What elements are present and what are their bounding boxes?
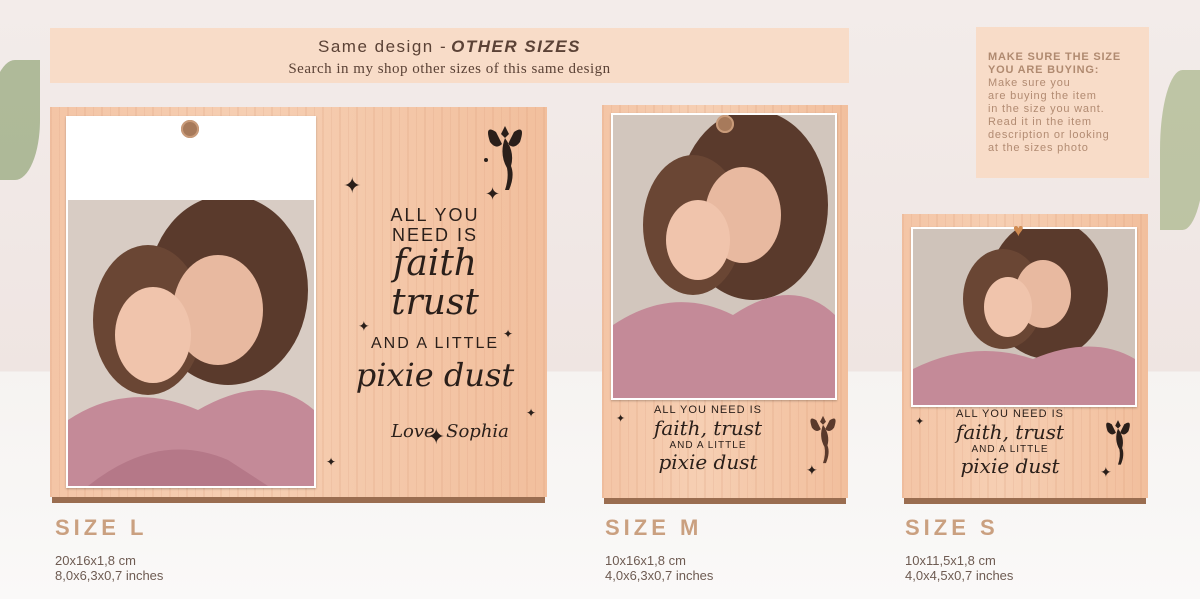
quote-medium-line-1: ALL YOU NEED IS — [654, 404, 762, 416]
note-body-2: are buying the item — [988, 90, 1097, 102]
banner-title-emphasis: OTHER SIZES — [451, 37, 581, 56]
photo-image-medium — [613, 115, 835, 398]
hugging-friends-illustration — [68, 200, 314, 486]
quote-line-2: NEED IS — [391, 225, 479, 245]
note-heading-1: MAKE SURE THE SIZE — [988, 51, 1121, 63]
quote-medium-pixie-dust: pixie dust — [658, 450, 758, 474]
size-cm-medium: 10x16x1,8 cm — [605, 553, 686, 568]
header-banner: Same design - OTHER SIZES Search in my sh… — [50, 28, 849, 83]
sparkle-star-icon: ✦ — [326, 455, 337, 469]
wood-pin-icon — [716, 115, 734, 133]
size-label-small: SIZE S — [905, 515, 999, 540]
size-label-large: SIZE L — [55, 515, 148, 540]
quote-small: ALL YOU NEED IS faith, trust AND A LITTL… — [920, 408, 1100, 477]
quote-trust: trust — [391, 282, 479, 323]
quote-faith: faith — [393, 243, 477, 284]
size-inches-small: 4,0x4,5x0,7 inches — [905, 568, 1014, 583]
wood-pin-icon — [181, 120, 199, 138]
photo-frame-medium — [611, 113, 837, 400]
sparkle-star-icon: ✦ — [915, 416, 925, 428]
banner-title: Same design - OTHER SIZES — [50, 37, 849, 57]
quote-small-faith-trust: faith, trust — [955, 420, 1065, 444]
quote-pixie-dust: pixie dust — [355, 356, 515, 394]
sparkle-star-icon: ✦ — [343, 173, 362, 198]
size-inches-medium: 4,0x6,3x0,7 inches — [605, 568, 714, 583]
banner-subtitle: Search in my shop other sizes of this sa… — [288, 61, 611, 77]
quote-signature: Love, Sophia — [391, 421, 509, 442]
size-dimensions-small: 10x11,5x1,8 cm 4,0x4,5x0,7 inches — [905, 553, 1013, 583]
size-cm-small: 10x11,5x1,8 cm — [905, 553, 996, 568]
size-warning-note: MAKE SURE THE SIZE YOU ARE BUYING: Make … — [976, 27, 1149, 178]
plant-leaf-right — [1160, 70, 1200, 230]
wood-base-small — [904, 498, 1146, 504]
note-body-6: at the sizes photo — [988, 142, 1089, 154]
note-body-5: description or looking — [988, 129, 1110, 141]
photo-image-large — [68, 200, 314, 486]
heart-pin-icon: ♥ — [1013, 220, 1024, 240]
note-body-1: Make sure you — [988, 77, 1071, 89]
note-heading-2: YOU ARE BUYING: — [988, 64, 1100, 76]
size-label-medium: SIZE M — [605, 515, 703, 540]
hugging-friends-illustration — [913, 229, 1135, 405]
quote-medium-faith-trust: faith, trust — [653, 416, 763, 440]
wood-base-large — [52, 497, 545, 503]
note-body-3: in the size you want. — [988, 103, 1105, 115]
size-dimensions-medium: 10x16x1,8 cm 4,0x6,3x0,7 inches — [605, 553, 713, 583]
quote-line-1: ALL YOU — [390, 205, 480, 225]
size-dimensions-large: 20x16x1,8 cm 8,0x6,3x0,7 inches — [55, 553, 163, 583]
size-inches-large: 8,0x6,3x0,7 inches — [55, 568, 164, 583]
quote-medium: ALL YOU NEED IS faith, trust AND A LITTL… — [618, 404, 798, 473]
photo-frame-large — [66, 116, 316, 488]
quote-small-pixie-dust: pixie dust — [960, 454, 1060, 478]
note-body-4: Read it in the item — [988, 116, 1092, 128]
hugging-friends-illustration — [613, 115, 835, 398]
photo-image-small — [913, 229, 1135, 405]
wood-base-medium — [604, 498, 846, 504]
banner-title-main: Same design - — [318, 37, 448, 56]
photo-frame-small — [911, 227, 1137, 407]
quote-large: ALL YOU NEED IS faith trust AND A LITTLE… — [340, 205, 530, 442]
sparkle-star-icon: ✦ — [1100, 464, 1112, 480]
sparkle-star-icon: ✦ — [806, 462, 818, 478]
sparkle-star-icon: ✦ — [485, 184, 501, 204]
size-cm-large: 20x16x1,8 cm — [55, 553, 136, 568]
quote-line-3: AND A LITTLE — [370, 335, 500, 352]
sparkle-star-icon: ✦ — [616, 413, 626, 425]
quote-small-line-1: ALL YOU NEED IS — [956, 408, 1064, 420]
